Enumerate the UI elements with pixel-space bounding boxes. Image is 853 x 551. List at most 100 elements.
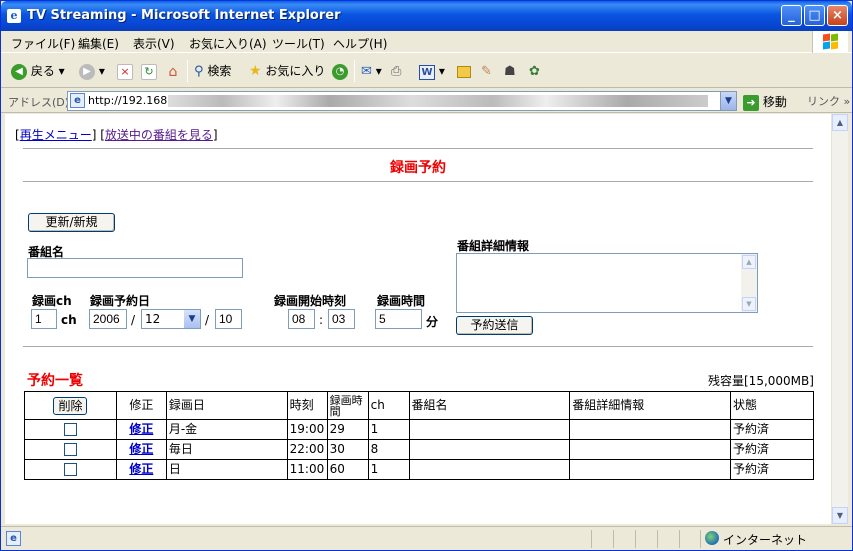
print-icon: ⎙ — [391, 64, 402, 79]
row-name — [408, 439, 571, 460]
row-date: 毎日 — [165, 439, 288, 460]
page-status-icon: e — [6, 531, 21, 546]
detail-textarea[interactable]: ▲ ▼ — [456, 253, 758, 313]
search-button[interactable]: ⚲ 検索 — [194, 62, 231, 80]
start-minute-input[interactable] — [328, 309, 355, 329]
day-input[interactable] — [215, 309, 242, 329]
mail-icon: ✉ — [361, 64, 372, 79]
refresh-button[interactable]: ↻ — [141, 62, 157, 80]
globe-icon — [705, 531, 719, 545]
refresh-icon: ↻ — [141, 63, 157, 80]
divider — [23, 148, 813, 149]
security-zone: インターネット — [723, 533, 808, 547]
tool-icon: ✿ — [529, 64, 540, 79]
year-input[interactable] — [89, 309, 127, 329]
scroll-down-icon[interactable]: ▼ — [832, 507, 848, 524]
col-time: 時刻 — [286, 391, 328, 420]
menu-file[interactable]: ファイル(F) — [11, 35, 75, 52]
row-duration: 29 — [326, 419, 369, 440]
start-hour-input[interactable] — [288, 309, 315, 329]
live-programs-link[interactable]: 放送中の番組を見る — [105, 128, 213, 142]
research-icon: ✎ — [481, 64, 492, 79]
table-header-row: 削除 修正 録画日 時刻 録画時間 ch 番組名 番組詳細情報 状態 — [24, 391, 814, 420]
standard-toolbar: ◀ 戻る ▾ ▶ ▾ × ↻ ⌂ ⚲ 検索 ★ お気に入り ◔ ✉ ▾ ⎙ W … — [1, 54, 852, 88]
maximize-button[interactable]: □ — [804, 5, 825, 26]
reservation-list-title: 予約一覧 — [27, 373, 83, 389]
address-redacted — [168, 95, 708, 107]
close-button[interactable]: × — [827, 5, 848, 26]
note-icon — [457, 65, 471, 78]
col-name: 番組名 — [408, 391, 571, 420]
print-button[interactable]: ⎙ — [391, 62, 401, 80]
divider — [23, 181, 813, 182]
row-edit-link[interactable]: 修正 — [129, 462, 153, 476]
col-detail: 番組詳細情報 — [569, 391, 732, 420]
duration-input[interactable] — [375, 309, 422, 329]
research-button[interactable]: ✎ — [481, 62, 492, 80]
submit-reservation-button[interactable]: 予約送信 — [456, 316, 533, 335]
row-duration: 60 — [326, 459, 369, 480]
home-button[interactable]: ⌂ — [165, 62, 181, 80]
back-arrow-icon: ◀ — [11, 63, 27, 80]
page-title: 録画予約 — [390, 160, 446, 176]
word-icon: W — [419, 65, 435, 80]
go-label: 移動 — [762, 95, 787, 109]
duration-label: 録画時間 — [377, 294, 426, 308]
back-button[interactable]: ◀ 戻る ▾ — [11, 62, 65, 80]
address-field[interactable]: e http://192.168. ▼ — [67, 91, 737, 111]
row-delete-checkbox[interactable] — [63, 443, 77, 456]
messenger-button[interactable]: ☗ — [504, 62, 516, 80]
duration-unit: 分 — [426, 315, 439, 329]
row-delete-checkbox[interactable] — [63, 463, 77, 476]
delete-button[interactable]: 削除 — [53, 396, 88, 415]
row-edit-link[interactable]: 修正 — [129, 422, 153, 436]
tool-button[interactable]: ✿ — [529, 62, 540, 80]
row-delete-checkbox[interactable] — [63, 423, 77, 436]
row-time: 11:00 — [286, 459, 328, 480]
channel-input[interactable] — [31, 309, 57, 329]
edit-word-button[interactable]: W ▾ — [419, 62, 445, 80]
page-scrollbar[interactable]: ▲ ▼ — [831, 114, 848, 524]
mail-button[interactable]: ✉ ▾ — [361, 62, 382, 80]
refresh-new-button[interactable]: 更新/新規 — [28, 213, 115, 232]
menu-favorites[interactable]: お気に入り(A) — [189, 35, 267, 52]
program-name-input[interactable] — [27, 258, 243, 278]
scroll-up-icon[interactable]: ▲ — [832, 114, 848, 131]
minimize-button[interactable]: _ — [781, 5, 802, 26]
favorites-button[interactable]: ★ お気に入り — [249, 62, 325, 80]
history-button[interactable]: ◔ — [332, 62, 348, 80]
go-button[interactable]: ➜ 移動 — [743, 93, 787, 111]
stop-button[interactable]: × — [117, 62, 133, 80]
home-icon: ⌂ — [168, 63, 178, 80]
menu-help[interactable]: ヘルプ(H) — [333, 35, 387, 52]
row-ch: 1 — [367, 419, 410, 440]
row-detail — [569, 459, 732, 480]
row-date: 月-金 — [165, 419, 288, 440]
row-date: 日 — [165, 459, 288, 480]
textarea-scrollbar[interactable]: ▲ ▼ — [741, 254, 757, 312]
go-arrow-icon: ➜ — [743, 94, 759, 111]
row-status: 予約済 — [730, 419, 814, 440]
chevron-down-icon: ▼ — [184, 310, 200, 328]
scroll-down-icon[interactable]: ▼ — [742, 297, 756, 311]
menu-view[interactable]: 表示(V) — [133, 35, 175, 52]
menu-edit[interactable]: 編集(E) — [78, 35, 119, 52]
replay-menu-link[interactable]: 再生メニュー — [20, 128, 92, 142]
col-status: 状態 — [730, 391, 814, 420]
menu-tools[interactable]: ツール(T) — [272, 35, 325, 52]
row-edit-link[interactable]: 修正 — [129, 442, 153, 456]
row-time: 22:00 — [286, 439, 328, 460]
search-icon: ⚲ — [194, 64, 204, 79]
row-time: 19:00 — [286, 419, 328, 440]
col-date: 録画日 — [165, 391, 288, 420]
forward-button[interactable]: ▶ ▾ — [79, 62, 105, 80]
discuss-button[interactable] — [457, 62, 471, 80]
address-dropdown-icon[interactable]: ▼ — [720, 92, 736, 110]
month-select[interactable]: 12 ▼ — [141, 309, 201, 329]
table-row: 修正 毎日 22:00 30 8 予約済 — [24, 439, 814, 460]
address-url: http://192.168. — [88, 94, 171, 107]
window-title: TV Streaming - Microsoft Internet Explor… — [27, 8, 341, 23]
scroll-up-icon[interactable]: ▲ — [742, 255, 756, 269]
links-button[interactable]: リンク » — [807, 93, 850, 109]
channel-unit: ch — [61, 313, 77, 327]
